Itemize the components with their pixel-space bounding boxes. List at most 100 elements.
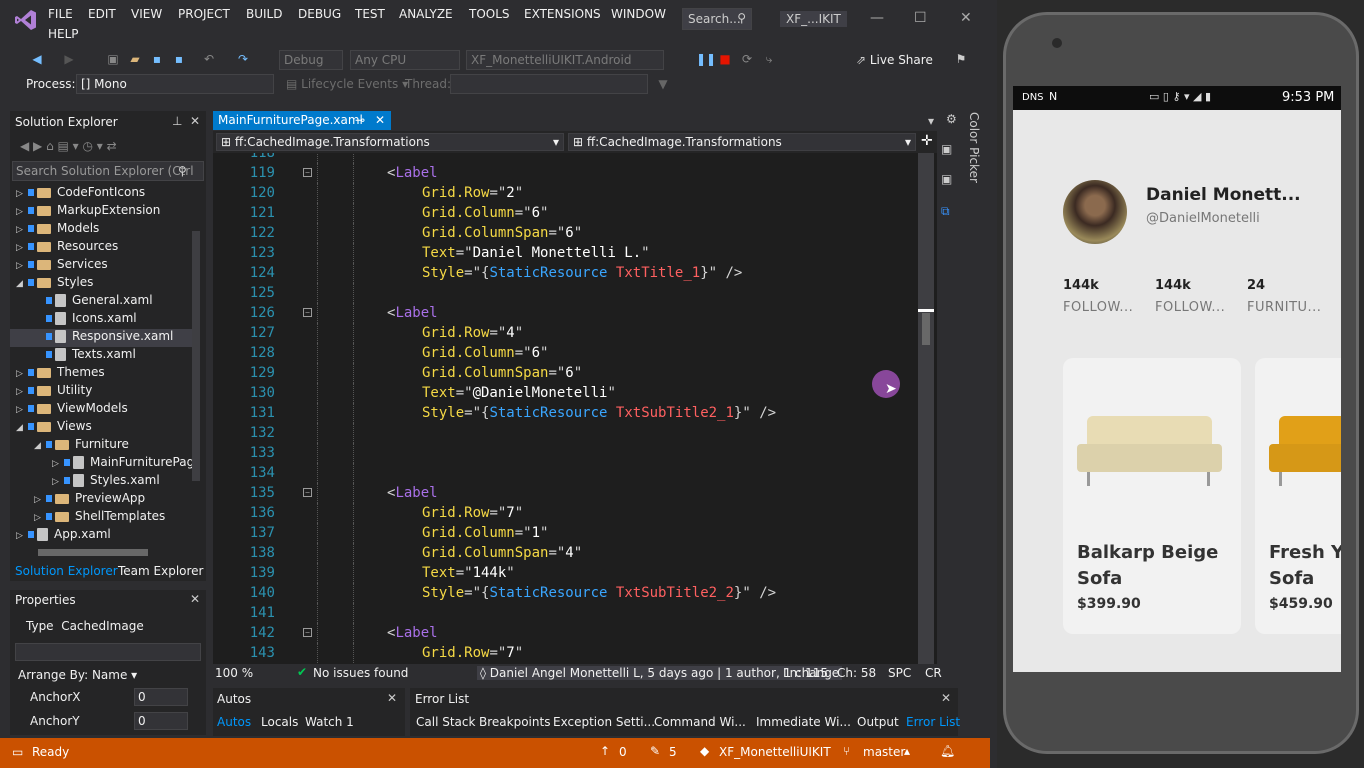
startup-project-select[interactable]: XF_MonettelliUIKIT.Android <box>466 50 664 70</box>
side-icon-2[interactable]: ▣ <box>941 172 952 186</box>
tab-autos[interactable]: Autos <box>217 715 251 729</box>
process-select[interactable]: [] Mono <box>76 74 274 94</box>
error-close-icon[interactable]: ✕ <box>941 691 951 705</box>
property-value-input[interactable]: 0 <box>134 688 188 706</box>
expand-arrow-icon[interactable]: ▷ <box>16 225 28 235</box>
stop-icon[interactable]: ■ <box>718 52 732 66</box>
tab-error-list[interactable]: Error List <box>906 715 960 729</box>
expand-arrow-icon[interactable]: ▷ <box>34 495 46 505</box>
changes-count[interactable]: 5 <box>669 745 677 759</box>
pane-close-icon[interactable]: ✕ <box>190 114 200 128</box>
menu-item-project[interactable]: PROJECT <box>178 7 230 21</box>
pin-icon[interactable]: ⊸ <box>355 113 365 127</box>
menu-item-view[interactable]: VIEW <box>131 7 162 21</box>
menu-item-window[interactable]: WINDOW <box>611 7 666 21</box>
menu-item-build[interactable]: BUILD <box>246 7 282 21</box>
menu-item-test[interactable]: TEST <box>355 7 385 21</box>
collapse-icon[interactable]: − <box>303 168 312 177</box>
menu-item-tools[interactable]: TOOLS <box>469 7 510 21</box>
tab-exception-setti-[interactable]: Exception Setti... <box>553 715 655 729</box>
feedback-icon[interactable]: ⚑ <box>954 52 968 66</box>
tree-item[interactable]: ▷ MarkupExtension <box>10 203 192 221</box>
autos-close-icon[interactable]: ✕ <box>387 691 397 705</box>
zoom-level[interactable]: 100 % <box>215 666 253 680</box>
arrange-by-dropdown[interactable]: Arrange By: Name ▾ <box>18 668 137 682</box>
minimize-icon[interactable]: — <box>870 10 884 26</box>
tree-item[interactable]: ▷ ShellTemplates <box>10 509 192 527</box>
tree-item[interactable]: Icons.xaml <box>10 311 192 329</box>
split-icon[interactable]: ✛ <box>921 133 933 149</box>
tree-item[interactable]: General.xaml <box>10 293 192 311</box>
tree-item[interactable]: ▷ PreviewApp <box>10 491 192 509</box>
nav-right-select[interactable]: ⊞ ff:CachedImage.Transformations ▾ <box>568 133 916 151</box>
new-project-icon[interactable]: ▣ <box>106 52 120 66</box>
lifecycle-events-button[interactable]: ▤ Lifecycle Events ▾ <box>286 77 408 91</box>
nav-left-select[interactable]: ⊞ ff:CachedImage.Transformations ▾ <box>216 133 564 151</box>
tab-output[interactable]: Output <box>857 715 899 729</box>
branch-up-icon[interactable]: ▴ <box>904 744 910 758</box>
save-icon[interactable]: ▪ <box>150 52 164 66</box>
undo-icon[interactable]: ↶ <box>202 52 216 66</box>
close-icon[interactable]: ✕ <box>960 10 972 26</box>
side-icon-3[interactable]: ⧉ <box>941 204 950 219</box>
tab-locals[interactable]: Locals <box>261 715 298 729</box>
property-value-input[interactable]: 0 <box>134 712 188 730</box>
collapse-icon[interactable]: − <box>303 308 312 317</box>
tree-item[interactable]: ◢ Furniture <box>10 437 192 455</box>
settings-icon[interactable]: ⚙ <box>946 112 957 126</box>
save-all-icon[interactable]: ▪ <box>172 52 186 66</box>
menu-item-edit[interactable]: EDIT <box>88 7 116 21</box>
properties-close-icon[interactable]: ✕ <box>190 592 200 606</box>
platform-select[interactable]: Any CPU <box>350 50 460 70</box>
forward-icon[interactable]: ▶ <box>62 52 76 66</box>
product-card[interactable]: Balkarp Beige Sofa $399.90 <box>1063 358 1241 634</box>
scroll-thumb[interactable] <box>922 313 930 345</box>
repo-icon[interactable]: ◆ <box>700 744 709 758</box>
tree-item[interactable]: ▷ Services <box>10 257 192 275</box>
expand-arrow-icon[interactable]: ▷ <box>16 405 28 415</box>
menu-item-extensions[interactable]: EXTENSIONS <box>524 7 601 21</box>
collapse-icon[interactable]: − <box>303 628 312 637</box>
color-picker-tab[interactable]: Color Picker <box>965 112 981 192</box>
tab-overflow-icon[interactable]: ▾ <box>928 114 934 128</box>
expand-arrow-icon[interactable]: ▷ <box>16 369 28 379</box>
tree-item[interactable]: ◢ Views <box>10 419 192 437</box>
properties-search-input[interactable] <box>15 643 201 661</box>
tree-item[interactable]: ▷ Models <box>10 221 192 239</box>
expand-arrow-icon[interactable]: ▷ <box>16 243 28 253</box>
tree-item[interactable]: ▷ MainFurniturePag <box>10 455 194 473</box>
expand-arrow-icon[interactable]: ▷ <box>16 531 28 541</box>
pause-icon[interactable]: ❚❚ <box>696 52 716 66</box>
tab-close-icon[interactable]: ✕ <box>375 113 385 127</box>
expand-arrow-icon[interactable]: ◢ <box>34 441 46 451</box>
tree-scrollbar[interactable] <box>192 231 200 481</box>
restart-icon[interactable]: ⟳ <box>740 52 754 66</box>
tree-item[interactable]: ▷ Utility <box>10 383 192 401</box>
solution-search-input[interactable]: Search Solution Explorer (Ctrl <box>12 161 204 181</box>
expand-arrow-icon[interactable]: ▷ <box>16 189 28 199</box>
menu-item-analyze[interactable]: ANALYZE <box>399 7 453 21</box>
expand-arrow-icon[interactable]: ▷ <box>52 477 64 487</box>
live-share-button[interactable]: ⇗ Live Share <box>856 53 933 67</box>
menu-item-debug[interactable]: DEBUG <box>298 7 341 21</box>
back-icon[interactable]: ◀ <box>30 52 44 66</box>
tree-hscrollbar[interactable] <box>38 549 148 556</box>
thread-select[interactable] <box>450 74 648 94</box>
tree-item[interactable]: ▷ Themes <box>10 365 192 383</box>
tree-item[interactable]: ▷ Resources <box>10 239 192 257</box>
expand-arrow-icon[interactable]: ▷ <box>16 207 28 217</box>
expand-arrow-icon[interactable]: ◢ <box>16 279 28 289</box>
maximize-icon[interactable]: ☐ <box>914 10 927 26</box>
menu-item-file[interactable]: FILE <box>48 7 73 21</box>
repo-name[interactable]: XF_MonettelliUIKIT <box>719 745 831 759</box>
collapse-icon[interactable]: − <box>303 488 312 497</box>
tab-team-explorer[interactable]: Team Explorer <box>118 564 204 578</box>
search-input[interactable]: Search... ⚲ <box>682 8 752 30</box>
unpushed-count[interactable]: 0 <box>619 745 627 759</box>
tree-item[interactable]: ◢ Styles <box>10 275 192 293</box>
pane-pin-icon[interactable]: ⊥ <box>172 114 182 128</box>
tab-watch-1[interactable]: Watch 1 <box>305 715 354 729</box>
pencil-icon[interactable]: ✎ <box>650 744 660 758</box>
filter-icon[interactable]: ▼ <box>656 77 670 91</box>
expand-arrow-icon[interactable]: ▷ <box>16 261 28 271</box>
